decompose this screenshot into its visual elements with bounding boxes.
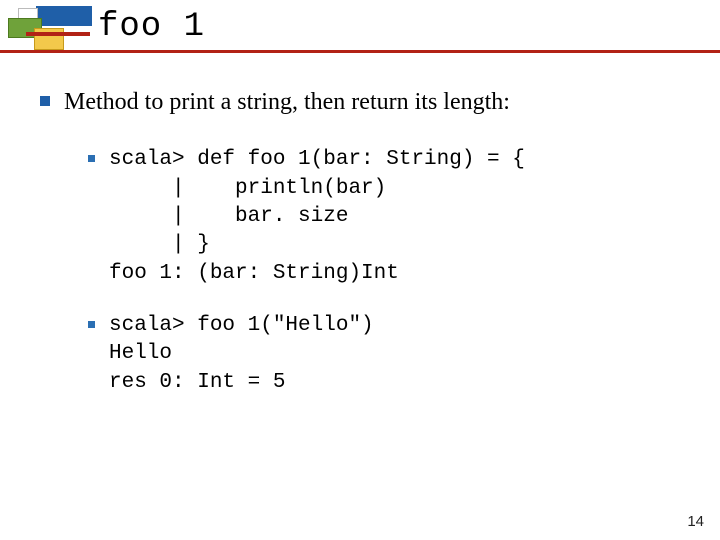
page-number: 14 [687,513,704,530]
square-bullet-icon [88,155,95,162]
slide-body: Method to print a string, then return it… [40,86,680,421]
bullet-level2-code1: scala> def foo 1(bar: String) = { | prin… [88,146,680,288]
lead-text: Method to print a string, then return it… [64,86,510,118]
code-block-1: scala> def foo 1(bar: String) = { | prin… [109,146,525,288]
slide-title: foo 1 [98,8,205,46]
logo-red-strip [26,32,90,36]
bullet-level1: Method to print a string, then return it… [40,86,680,118]
logo-blue-block [36,6,92,26]
title-underline [0,50,720,53]
square-bullet-icon [40,96,50,106]
corner-logo [8,6,86,50]
square-bullet-icon [88,321,95,328]
code-block-2: scala> foo 1("Hello") Hello res 0: Int =… [109,312,374,397]
slide: foo 1 Method to print a string, then ret… [0,0,720,540]
bullet-level2-code2: scala> foo 1("Hello") Hello res 0: Int =… [88,312,680,397]
